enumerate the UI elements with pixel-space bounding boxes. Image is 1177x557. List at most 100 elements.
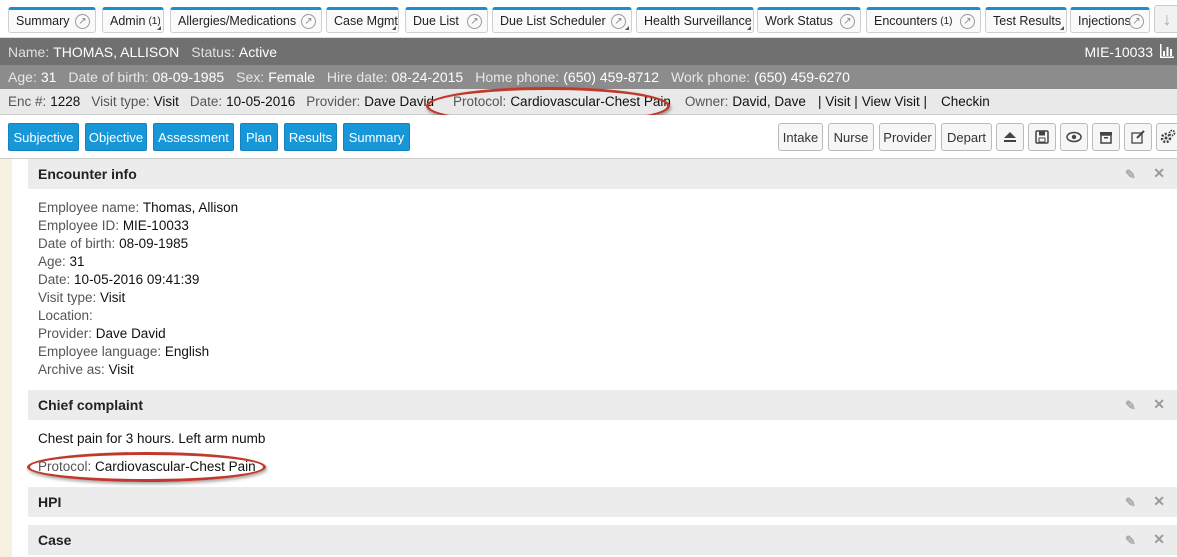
open-external-icon[interactable]: ↗ <box>1129 14 1144 29</box>
checkin-link[interactable]: Checkin <box>941 94 990 109</box>
tab-allergies-medications[interactable]: Allergies/Medications ↗ <box>170 7 322 33</box>
section-chief-complaint-header: Chief complaint ✎ ✕ <box>28 390 1177 420</box>
tab-label: Summary <box>16 14 70 28</box>
tab-test-results[interactable]: Test Results <box>985 7 1067 33</box>
open-external-icon[interactable]: ↗ <box>467 14 482 29</box>
tab-label: Due List Scheduler <box>500 14 606 28</box>
depart-button[interactable]: Depart <box>941 123 992 151</box>
left-margin-strip <box>0 159 12 557</box>
open-external-icon[interactable]: ↗ <box>611 14 626 29</box>
pencil-icon[interactable]: ✎ <box>1125 167 1139 182</box>
tab-due-list-scheduler[interactable]: Due List Scheduler ↗ <box>492 7 632 33</box>
section-title: Chief complaint <box>38 397 144 413</box>
section-title: HPI <box>38 494 62 510</box>
field-dob: Date of birth: 08-09-1985 <box>38 236 189 251</box>
tab-summary[interactable]: Summary ↗ <box>8 7 96 33</box>
view-visit-link[interactable]: View Visit | <box>862 94 927 109</box>
tab-work-status[interactable]: Work Status ↗ <box>757 7 861 33</box>
tab-label: Admin <box>110 14 146 28</box>
patient-home-phone: (650) 459-8712 <box>563 69 660 85</box>
field-archive-as: Archive as: Visit <box>38 362 134 377</box>
plan-button[interactable]: Plan <box>240 123 278 151</box>
pencil-icon[interactable]: ✎ <box>1125 398 1139 413</box>
tab-count: (1) <box>940 15 953 27</box>
name-label: Name: <box>8 43 50 60</box>
patient-details-banner: Age: 31 Date of birth: 08-09-1985 Sex: F… <box>0 65 1177 89</box>
sex-label: Sex: <box>236 69 265 85</box>
section-hpi-header: HPI ✎ ✕ <box>28 487 1177 517</box>
close-icon[interactable]: ✕ <box>1153 493 1165 510</box>
open-external-icon[interactable]: ↗ <box>75 14 90 29</box>
pencil-icon[interactable]: ✎ <box>1125 533 1139 548</box>
tab-label: Injections <box>1078 14 1131 28</box>
field-provider: Provider: Dave David <box>38 326 166 341</box>
tab-encounters[interactable]: Encounters (1) ↗ <box>866 7 981 33</box>
work-phone-label: Work phone: <box>671 69 751 85</box>
patient-hire-date: 08-24-2015 <box>391 69 464 85</box>
visit-type: Visit <box>153 94 179 109</box>
visit-type-label: Visit type: <box>91 94 150 109</box>
encounter-date: 10-05-2016 <box>226 94 296 109</box>
enc-number-label: Enc #: <box>8 94 47 109</box>
open-external-icon[interactable]: ↗ <box>840 14 855 29</box>
owner-label: Owner: <box>684 94 729 109</box>
subjective-button[interactable]: Subjective <box>8 123 79 151</box>
close-icon[interactable]: ✕ <box>1153 396 1165 413</box>
nurse-button[interactable]: Nurse <box>828 123 874 151</box>
section-title: Encounter info <box>38 166 137 182</box>
intake-button[interactable]: Intake <box>778 123 823 151</box>
module-tab-bar: Summary ↗ Admin (1) Allergies/Medications… <box>0 0 1177 38</box>
tab-case-mgmt[interactable]: Case Mgmt <box>326 7 399 33</box>
open-external-icon[interactable]: ↗ <box>301 14 316 29</box>
close-icon[interactable]: ✕ <box>1153 165 1165 182</box>
tab-label: Allergies/Medications <box>178 14 297 28</box>
patient-mrn: MIE-10033 <box>1084 44 1153 60</box>
results-button[interactable]: Results <box>284 123 337 151</box>
patient-banner: Name: THOMAS, ALLISON Status: Active MIE… <box>0 38 1177 65</box>
scroll-down-arrow-icon[interactable]: ↓ <box>1154 5 1177 33</box>
field-employee-name: Employee name: Thomas, Allison <box>38 200 239 215</box>
field-age: Age: 31 <box>38 254 85 269</box>
settings-gear-icon[interactable] <box>1156 123 1177 151</box>
provider-button[interactable]: Provider <box>879 123 936 151</box>
tab-label: Encounters <box>874 14 938 28</box>
field-visit-type: Visit type: Visit <box>38 290 126 305</box>
save-icon[interactable] <box>1028 123 1056 151</box>
visit-link[interactable]: | Visit | <box>818 94 858 109</box>
home-phone-label: Home phone: <box>475 69 560 85</box>
eject-icon[interactable] <box>996 123 1024 151</box>
section-case-header: Case ✎ ✕ <box>28 525 1177 555</box>
assessment-button[interactable]: Assessment <box>153 123 234 151</box>
field-employee-language: Employee language: English <box>38 344 210 359</box>
edit-note-icon[interactable] <box>1124 123 1152 151</box>
patient-dob: 08-09-1985 <box>152 69 225 85</box>
encounter-content: Encounter info ✎ ✕ Employee name: Thomas… <box>0 159 1177 557</box>
age-label: Age: <box>8 69 37 85</box>
archive-icon[interactable] <box>1092 123 1120 151</box>
tab-label: Work Status <box>765 14 833 28</box>
objective-button[interactable]: Objective <box>85 123 147 151</box>
hire-date-label: Hire date: <box>326 69 388 85</box>
pencil-icon[interactable]: ✎ <box>1125 495 1139 510</box>
encounter-protocol: Cardiovascular-Chest Pain <box>510 94 671 109</box>
encounter-nav-toolbar: Subjective Objective Assessment Plan Res… <box>0 115 1177 159</box>
tab-label: Test Results <box>993 14 1062 28</box>
field-employee-id: Employee ID: MIE-10033 <box>38 218 189 233</box>
provider-label: Provider: <box>306 94 361 109</box>
chief-complaint-protocol: Protocol: Cardiovascular-Chest Pain <box>38 459 256 474</box>
tab-count: (1) <box>148 15 161 27</box>
open-external-icon[interactable]: ↗ <box>960 14 975 29</box>
date-label: Date: <box>189 94 223 109</box>
close-icon[interactable]: ✕ <box>1153 531 1165 548</box>
summary-button[interactable]: Summary <box>343 123 410 151</box>
field-location: Location: <box>38 308 93 323</box>
bar-chart-icon[interactable] <box>1159 43 1175 59</box>
eye-icon[interactable] <box>1060 123 1088 151</box>
tab-injections[interactable]: Injections ↗ <box>1070 7 1150 33</box>
field-date: Date: 10-05-2016 09:41:39 <box>38 272 200 287</box>
tab-admin[interactable]: Admin (1) <box>102 7 164 33</box>
patient-work-phone: (650) 459-6270 <box>754 69 850 85</box>
tab-health-surveillance[interactable]: Health Surveillance <box>636 7 754 33</box>
patient-name: THOMAS, ALLISON <box>53 43 180 60</box>
tab-due-list[interactable]: Due List ↗ <box>405 7 488 33</box>
